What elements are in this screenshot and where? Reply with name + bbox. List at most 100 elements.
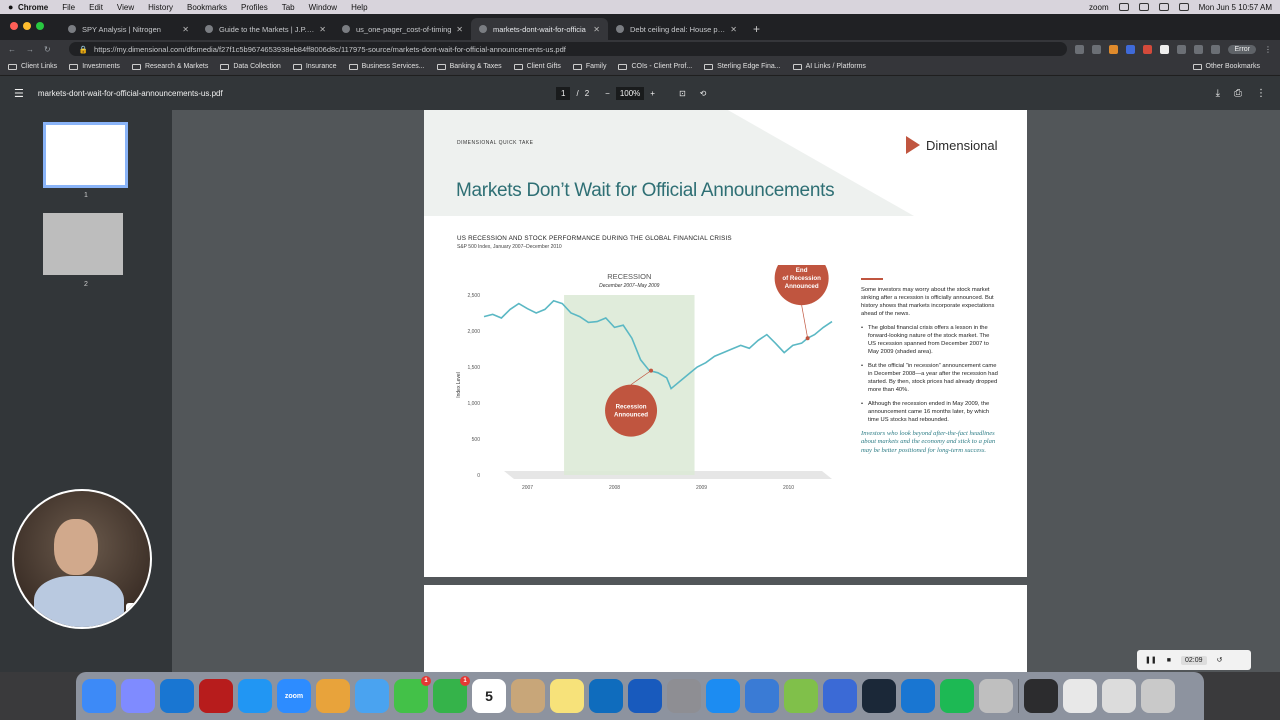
share-icon[interactable] [1075,44,1085,54]
menu-edit[interactable]: Edit [89,3,103,12]
dock-spotify-icon[interactable] [940,679,974,713]
dock-remote-icon[interactable] [901,679,935,713]
bookmark-research[interactable]: Research & Markets [131,63,208,70]
dock-android-icon[interactable] [784,679,818,713]
bookmark-business[interactable]: Business Services... [348,63,425,70]
page-thumbnail-1[interactable] [43,122,128,188]
apple-icon[interactable]: ● [8,2,18,12]
dock-settings-icon[interactable] [667,679,701,713]
dock-notes-icon[interactable] [550,679,584,713]
bookmark-client-gifts[interactable]: Client Gifts [513,63,561,70]
rotate-icon[interactable]: ⟲ [700,89,707,98]
menu-window[interactable]: Window [309,3,337,12]
menu-app[interactable]: Chrome [18,3,48,12]
bookmark-sterling[interactable]: Sterling Edge Fina... [704,63,781,70]
menu-help[interactable]: Help [351,3,367,12]
close-tab-icon[interactable]: ✕ [730,25,737,34]
expand-icon[interactable]: ⤢ [126,603,144,621]
tab-one-pager[interactable]: us_one-pager_cost-of-timing ✕ [334,18,471,40]
bookmark-star-icon[interactable] [1092,44,1102,54]
dock-calendar-icon[interactable]: 5 [472,679,506,713]
menu-history[interactable]: History [148,3,173,12]
bookmark-other[interactable]: Other Bookmarks [1192,63,1260,70]
bookmark-insurance[interactable]: Insurance [292,63,337,70]
extension-icon[interactable] [1143,44,1153,54]
dock-window3-icon[interactable] [1102,679,1136,713]
extension-icon[interactable] [1160,44,1170,54]
dock-filezilla-icon[interactable] [199,679,233,713]
page-thumbnail-2[interactable] [43,213,123,275]
tab-debt-ceiling[interactable]: Debt ceiling deal: House pass ✕ [608,18,745,40]
dock-word-icon[interactable] [628,679,662,713]
new-tab-button[interactable]: + [753,18,760,40]
tab-spy-analysis[interactable]: SPY Analysis | Nitrogen ✕ [60,18,197,40]
close-window-icon[interactable] [10,22,18,30]
menu-icon[interactable]: ☰ [14,87,24,100]
dock-trash-icon[interactable] [1141,679,1175,713]
dock-launchpad-icon[interactable] [121,679,155,713]
bookmark-cois[interactable]: COIs - Client Prof... [618,63,692,70]
menu-profiles[interactable]: Profiles [241,3,268,12]
bookmark-client-links[interactable]: Client Links [8,63,57,70]
dock-safari-icon[interactable] [238,679,272,713]
profile-avatar-icon[interactable] [1211,44,1221,54]
extensions-puzzle-icon[interactable] [1177,44,1187,54]
dock-zoom-icon[interactable]: zoom [277,679,311,713]
stop-icon[interactable]: ■ [1167,657,1171,664]
control-center-icon[interactable] [1178,3,1189,11]
dock-steam-icon[interactable] [862,679,896,713]
extension-icon[interactable] [1126,44,1136,54]
dock-onedrive-icon[interactable] [160,679,194,713]
menu-view[interactable]: View [117,3,134,12]
pdf-viewport[interactable]: DIMENSIONAL QUICK TAKE Dimensional Marke… [172,110,1280,672]
maximize-window-icon[interactable] [36,22,44,30]
tab-markets-dont-wait[interactable]: markets-dont-wait-for-officia ✕ [471,18,608,40]
close-tab-icon[interactable]: ✕ [182,25,189,34]
download-icon[interactable]: ⤓ [1216,88,1220,99]
menu-file[interactable]: File [62,3,75,12]
dock-contacts-icon[interactable] [511,679,545,713]
dock-finder-icon[interactable] [82,679,116,713]
menu-bookmarks[interactable]: Bookmarks [187,3,227,12]
dock-photo-icon[interactable] [823,679,857,713]
bookmark-ai-links[interactable]: AI Links / Platforms [792,63,866,70]
zoom-out-button[interactable]: − [605,89,610,98]
back-icon[interactable]: ← [8,45,16,54]
chrome-menu-icon[interactable]: ⋮ [1264,45,1272,54]
zoom-status-icon[interactable]: zoom [1089,3,1109,12]
close-tab-icon[interactable]: ✕ [593,25,600,34]
dock-chrome-icon[interactable] [316,679,350,713]
dock-outlook-icon[interactable] [589,679,623,713]
webcam-overlay[interactable]: ⤢ [12,489,152,629]
profile-error-button[interactable]: Error [1228,44,1256,54]
dock-mail-icon[interactable] [355,679,389,713]
wifi-icon[interactable] [1138,3,1149,11]
forward-icon[interactable]: → [26,45,34,54]
menu-tab[interactable]: Tab [282,3,295,12]
close-tab-icon[interactable]: ✕ [456,25,463,34]
minimize-window-icon[interactable] [23,22,31,30]
menubar-clock[interactable]: Mon Jun 5 10:57 AM [1199,3,1272,12]
fit-page-icon[interactable]: ⊡ [679,89,686,98]
zoom-in-button[interactable]: + [650,89,655,98]
extension-icon[interactable] [1109,44,1119,54]
dock-messages-icon[interactable]: 1 [394,676,431,713]
dock-facetime-icon[interactable]: 1 [433,676,470,713]
lock-icon[interactable]: 🔒 [79,45,88,54]
zoom-input[interactable]: 100% [615,86,645,100]
download-icon[interactable] [1194,44,1204,54]
tab-guide-markets[interactable]: Guide to the Markets | J.P. Mo ✕ [197,18,334,40]
bookmark-investments[interactable]: Investments [69,63,120,70]
restart-icon[interactable]: ↺ [1217,656,1223,664]
bookmark-family[interactable]: Family [572,63,606,70]
dock-window2-icon[interactable] [1063,679,1097,713]
dock-preview-icon[interactable] [979,679,1013,713]
page-number-input[interactable]: 1 [556,86,571,100]
url-field[interactable]: 🔒 https://my.dimensional.com/dfsmedia/f2… [68,42,1068,56]
close-tab-icon[interactable]: ✕ [319,25,326,34]
dock-window1-icon[interactable] [1024,679,1058,713]
bookmark-banking[interactable]: Banking & Taxes [436,63,502,70]
search-icon[interactable] [1158,3,1169,11]
print-icon[interactable]: ⎙ [1234,88,1242,99]
dock-screens-icon[interactable] [745,679,779,713]
